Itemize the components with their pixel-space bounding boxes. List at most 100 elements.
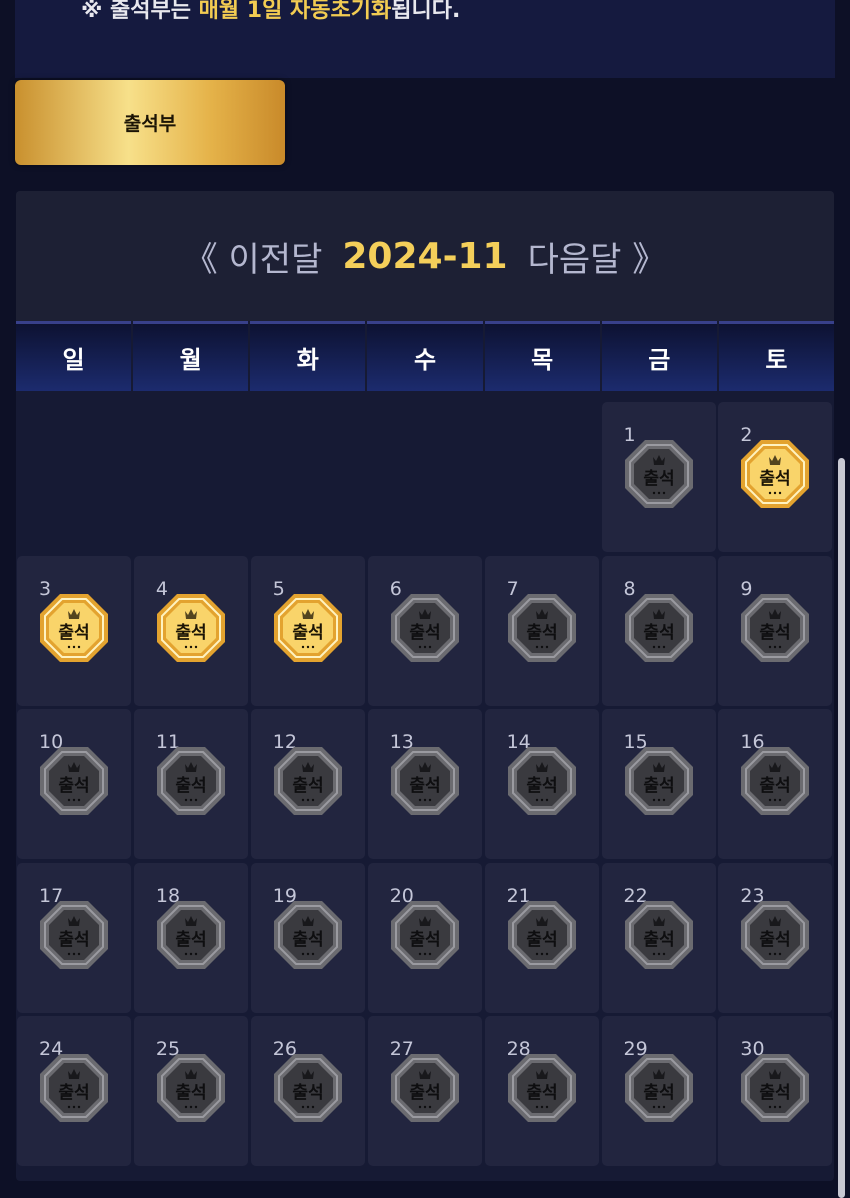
attendance-page: ※ 출석부는 매월 1일 자동초기화됩니다. 출석부 《 이전달 2024-11… — [0, 0, 850, 1198]
calendar-day[interactable]: 30 출석 — [718, 1016, 833, 1166]
octagon-attendance-badge-icon: 출석 — [389, 1052, 461, 1124]
weekday-fri: 금 — [601, 321, 717, 391]
badge-label: 출석 — [58, 776, 89, 796]
octagon-attendance-badge-icon: 출석 — [389, 592, 461, 664]
weekday-thu: 목 — [484, 321, 600, 391]
calendar-day[interactable]: 25 출석 — [133, 1016, 248, 1166]
weekday-tue: 화 — [250, 321, 366, 391]
calendar-day[interactable]: 28 출석 — [484, 1016, 599, 1166]
calendar-day[interactable]: 16 출석 — [718, 709, 833, 859]
calendar-day[interactable]: 1 출석 — [601, 402, 716, 552]
badge-label: 출석 — [175, 623, 206, 643]
octagon-attendance-badge-icon: 출석 — [506, 592, 578, 664]
calendar-day[interactable]: 26 출석 — [250, 1016, 365, 1166]
badge-label: 출석 — [526, 930, 557, 950]
calendar-day[interactable]: 23 출석 — [718, 862, 833, 1013]
octagon-attendance-badge-icon: 출석 — [155, 745, 227, 817]
calendar-day[interactable]: 22 출석 — [601, 862, 716, 1013]
calendar-day[interactable]: 17 출석 — [17, 862, 131, 1013]
calendar-day[interactable]: 3 출석 — [17, 555, 131, 706]
badge-label: 출석 — [409, 623, 440, 643]
badge-label: 출석 — [409, 1083, 440, 1103]
notice-highlight: 매월 1일 자동초기화 — [198, 0, 392, 23]
badge-label: 출석 — [58, 623, 89, 643]
octagon-attendance-badge-icon: 출석 — [272, 592, 344, 664]
badge-label: 출석 — [760, 623, 791, 643]
badge-label: 출석 — [760, 930, 791, 950]
octagon-attendance-badge-icon: 출석 — [506, 745, 578, 817]
calendar-day[interactable]: 20 출석 — [367, 862, 482, 1013]
calendar-day[interactable]: 7 출석 — [484, 555, 599, 706]
badge-label: 출석 — [760, 1083, 791, 1103]
badge-label: 출석 — [58, 1083, 89, 1103]
calendar-day[interactable]: 5 출석 — [250, 555, 365, 706]
weekday-mon: 월 — [133, 321, 249, 391]
badge-label: 출석 — [760, 776, 791, 796]
calendar-day[interactable]: 15 출석 — [601, 709, 716, 859]
octagon-attendance-badge-icon: 출석 — [739, 745, 811, 817]
calendar-day[interactable]: 10 출석 — [17, 709, 131, 859]
calendar-day[interactable]: 21 출석 — [484, 862, 599, 1013]
badge-label: 출석 — [58, 930, 89, 950]
badge-label: 출석 — [175, 1083, 206, 1103]
notice-suffix: 됩니다. — [391, 0, 461, 23]
calendar-day[interactable]: 11 출석 — [133, 709, 248, 859]
weekday-sun: 일 — [16, 321, 132, 391]
badge-label: 출석 — [175, 776, 206, 796]
badge-label: 출석 — [643, 623, 674, 643]
octagon-attendance-badge-icon: 출석 — [272, 1052, 344, 1124]
calendar-day[interactable]: 18 출석 — [133, 862, 248, 1013]
badge-label: 출석 — [175, 930, 206, 950]
octagon-attendance-badge-icon: 출석 — [623, 438, 695, 510]
weekday-header-row: 일 월 화 수 목 금 토 — [16, 321, 834, 391]
calendar-day[interactable]: 6 출석 — [367, 555, 482, 706]
notice-panel: ※ 출석부는 매월 1일 자동초기화됩니다. — [15, 0, 835, 78]
attendance-calendar: 《 이전달 2024-11 다음달 》 일 월 화 수 목 금 토 1 출석 2 출석… — [16, 191, 834, 1181]
octagon-attendance-badge-icon: 출석 — [623, 592, 695, 664]
badge-label: 출석 — [643, 469, 674, 489]
badge-label: 출석 — [643, 930, 674, 950]
octagon-attendance-badge-icon: 출석 — [272, 899, 344, 971]
octagon-attendance-badge-icon: 출석 — [389, 899, 461, 971]
calendar-day[interactable]: 8 출석 — [601, 555, 716, 706]
calendar-day[interactable]: 19 출석 — [250, 862, 365, 1013]
octagon-attendance-badge-icon: 출석 — [155, 899, 227, 971]
calendar-day[interactable]: 27 출석 — [367, 1016, 482, 1166]
octagon-attendance-badge-icon: 출석 — [155, 1052, 227, 1124]
notice-text: ※ 출석부는 매월 1일 자동초기화됩니다. — [81, 0, 460, 24]
badge-label: 출석 — [292, 623, 323, 643]
calendar-day[interactable]: 29 출석 — [601, 1016, 716, 1166]
octagon-attendance-badge-icon: 출석 — [739, 899, 811, 971]
octagon-attendance-badge-icon: 출석 — [506, 899, 578, 971]
badge-label: 출석 — [292, 776, 323, 796]
octagon-attendance-badge-icon: 출석 — [155, 592, 227, 664]
calendar-day[interactable]: 24 출석 — [17, 1016, 131, 1166]
calendar-header: 《 이전달 2024-11 다음달 》 — [16, 191, 834, 321]
calendar-day[interactable]: 12 출석 — [250, 709, 365, 859]
octagon-attendance-badge-icon: 출석 — [739, 1052, 811, 1124]
calendar-day[interactable]: 13 출석 — [367, 709, 482, 859]
prev-month-link[interactable]: 《 이전달 — [184, 232, 323, 281]
octagon-attendance-badge-icon: 출석 — [272, 745, 344, 817]
badge-label: 출석 — [292, 930, 323, 950]
calendar-day[interactable]: 2 출석 — [718, 402, 833, 552]
octagon-attendance-badge-icon: 출석 — [38, 1052, 110, 1124]
calendar-day[interactable]: 4 출석 — [133, 555, 248, 706]
badge-label: 출석 — [409, 776, 440, 796]
weekday-wed: 수 — [367, 321, 483, 391]
next-month-link[interactable]: 다음달 》 — [528, 232, 667, 281]
weekday-sat: 토 — [718, 321, 834, 391]
calendar-day[interactable]: 9 출석 — [718, 555, 833, 706]
scrollbar[interactable] — [838, 458, 845, 1198]
badge-label: 출석 — [409, 930, 440, 950]
octagon-attendance-badge-icon: 출석 — [38, 592, 110, 664]
badge-label: 출석 — [526, 623, 557, 643]
octagon-attendance-badge-icon: 출석 — [506, 1052, 578, 1124]
badge-label: 출석 — [292, 1083, 323, 1103]
badge-label: 출석 — [643, 1083, 674, 1103]
octagon-attendance-badge-icon: 출석 — [623, 745, 695, 817]
badge-label: 출석 — [526, 1083, 557, 1103]
calendar-day[interactable]: 14 출석 — [484, 709, 599, 859]
attendance-tab-button[interactable]: 출석부 — [15, 80, 285, 165]
octagon-attendance-badge-icon: 출석 — [623, 899, 695, 971]
